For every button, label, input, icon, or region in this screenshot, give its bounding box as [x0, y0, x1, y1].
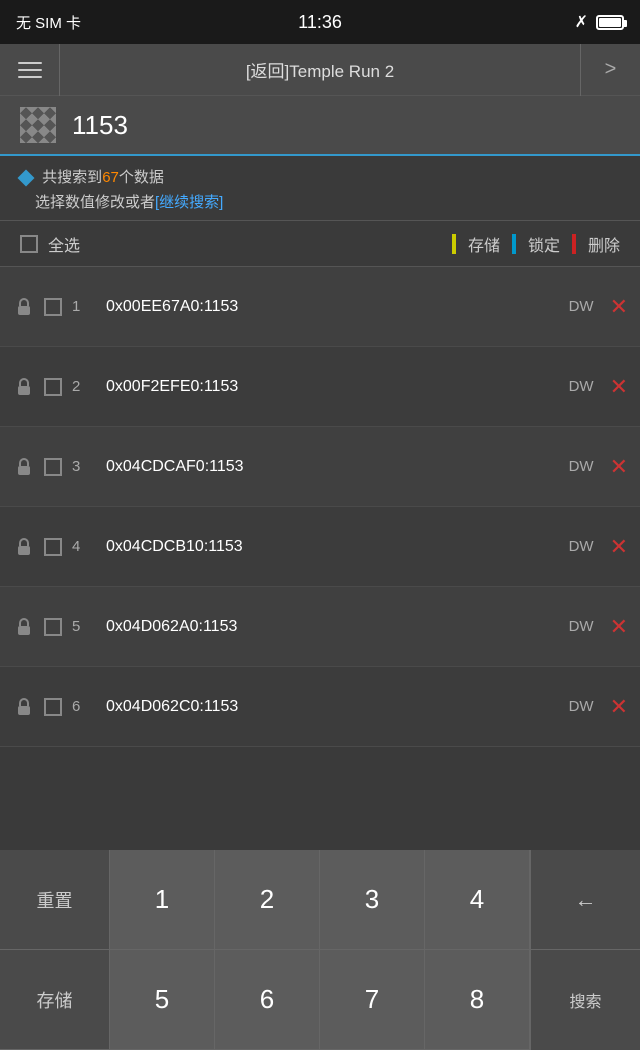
- menu-button[interactable]: [0, 44, 60, 96]
- row-checkbox-5[interactable]: [44, 618, 62, 636]
- lock-icon: [10, 293, 38, 321]
- row-delete-5[interactable]: ✕: [610, 614, 628, 640]
- diamond-icon: [18, 170, 35, 187]
- key-2[interactable]: 2: [215, 850, 320, 950]
- keyboard: 重置 1 2 3 4 ← 存储 5 6 7 8: [0, 850, 640, 1050]
- lock-icon: [10, 453, 38, 481]
- row-addr-4: 0x04CDCB10:1153: [106, 538, 569, 556]
- row-delete-2[interactable]: ✕: [610, 374, 628, 400]
- info-line2-text: 选择数值修改或者: [20, 194, 155, 211]
- lock-separator: [512, 234, 516, 254]
- lock-icon: [10, 533, 38, 561]
- table-row: 6 0x04D062C0:1153 DW ✕: [0, 667, 640, 747]
- lock-icon: [10, 693, 38, 721]
- select-all-checkbox[interactable]: [20, 235, 38, 253]
- keyboard-row-bottom: 存储 5 6 7 8 搜索: [0, 950, 640, 1050]
- row-addr-5: 0x04D062A0:1153: [106, 618, 569, 636]
- row-dw-4[interactable]: DW: [569, 538, 594, 555]
- lock-icon: [10, 613, 38, 641]
- header-nav: [返回]Temple Run 2 >: [0, 44, 640, 96]
- key-3[interactable]: 3: [320, 850, 425, 950]
- hamburger-icon: [18, 62, 42, 78]
- lock-label[interactable]: 锁定: [528, 232, 560, 256]
- info-prefix: 共搜索到: [42, 169, 102, 186]
- time-label: 11:36: [298, 12, 342, 33]
- row-num-1: 1: [72, 298, 96, 315]
- save-label[interactable]: 存储: [468, 232, 500, 256]
- status-bar: 无 SIM 卡 11:36 ✗: [0, 0, 640, 44]
- row-addr-3: 0x04CDCAF0:1153: [106, 458, 569, 476]
- info-bar: 共搜索到67个数据 选择数值修改或者[继续搜索]: [0, 156, 640, 221]
- row-addr-6: 0x04D062C0:1153: [106, 698, 569, 716]
- row-num-5: 5: [72, 618, 96, 635]
- lock-icon: [10, 373, 38, 401]
- key-5[interactable]: 5: [110, 950, 215, 1050]
- reset-button[interactable]: 重置: [0, 850, 110, 950]
- battery-icon: [596, 15, 624, 30]
- info-suffix: 个数据: [119, 169, 164, 186]
- bluetooth-icon: ✗: [575, 12, 588, 32]
- row-dw-6[interactable]: DW: [569, 698, 594, 715]
- row-checkbox-6[interactable]: [44, 698, 62, 716]
- row-checkbox-3[interactable]: [44, 458, 62, 476]
- toolbar-actions: 存储 锁定 删除: [440, 232, 620, 256]
- row-num-3: 3: [72, 458, 96, 475]
- row-addr-1: 0x00EE67A0:1153: [106, 298, 569, 316]
- backspace-button[interactable]: ←: [530, 850, 640, 950]
- delete-separator: [572, 234, 576, 254]
- toolbar: 全选 存储 锁定 删除: [0, 221, 640, 267]
- info-line1: 共搜索到67个数据: [20, 166, 620, 187]
- key-4[interactable]: 4: [425, 850, 530, 950]
- row-delete-3[interactable]: ✕: [610, 454, 628, 480]
- row-num-6: 6: [72, 698, 96, 715]
- forward-icon: >: [605, 58, 617, 81]
- select-all-label: 全选: [48, 232, 80, 256]
- row-checkbox-4[interactable]: [44, 538, 62, 556]
- row-delete-1[interactable]: ✕: [610, 294, 628, 320]
- row-delete-4[interactable]: ✕: [610, 534, 628, 560]
- info-line2: 选择数值修改或者[继续搜索]: [20, 191, 620, 212]
- key-7[interactable]: 7: [320, 950, 425, 1050]
- row-dw-1[interactable]: DW: [569, 298, 594, 315]
- status-right: ✗: [575, 12, 624, 32]
- search-bar: 1153: [0, 96, 640, 156]
- save-button[interactable]: 存储: [0, 950, 110, 1050]
- forward-button[interactable]: >: [580, 44, 640, 96]
- delete-label[interactable]: 删除: [588, 232, 620, 256]
- row-checkbox-2[interactable]: [44, 378, 62, 396]
- continue-search-link[interactable]: [继续搜索]: [155, 194, 223, 211]
- table-row: 5 0x04D062A0:1153 DW ✕: [0, 587, 640, 667]
- checker-icon: [20, 107, 56, 143]
- table-row: 2 0x00F2EFE0:1153 DW ✕: [0, 347, 640, 427]
- row-dw-3[interactable]: DW: [569, 458, 594, 475]
- table-row: 3 0x04CDCAF0:1153 DW ✕: [0, 427, 640, 507]
- header-title: [返回]Temple Run 2: [60, 57, 580, 82]
- row-num-4: 4: [72, 538, 96, 555]
- row-num-2: 2: [72, 378, 96, 395]
- search-button[interactable]: 搜索: [530, 950, 640, 1050]
- select-all-area[interactable]: 全选: [20, 232, 440, 256]
- backspace-icon: ←: [575, 887, 597, 913]
- table-row: 1 0x00EE67A0:1153 DW ✕: [0, 267, 640, 347]
- key-1[interactable]: 1: [110, 850, 215, 950]
- row-checkbox-1[interactable]: [44, 298, 62, 316]
- row-dw-5[interactable]: DW: [569, 618, 594, 635]
- table-body: 1 0x00EE67A0:1153 DW ✕ 2 0x00F2EFE0:1153…: [0, 267, 640, 747]
- table-row: 4 0x04CDCB10:1153 DW ✕: [0, 507, 640, 587]
- key-6[interactable]: 6: [215, 950, 320, 1050]
- search-count: 67: [102, 169, 119, 186]
- keyboard-row-top: 重置 1 2 3 4 ←: [0, 850, 640, 950]
- row-delete-6[interactable]: ✕: [610, 694, 628, 720]
- save-separator: [452, 234, 456, 254]
- row-addr-2: 0x00F2EFE0:1153: [106, 378, 569, 396]
- key-8[interactable]: 8: [425, 950, 530, 1050]
- carrier-label: 无 SIM 卡: [16, 12, 81, 33]
- search-value: 1153: [72, 110, 128, 141]
- row-dw-2[interactable]: DW: [569, 378, 594, 395]
